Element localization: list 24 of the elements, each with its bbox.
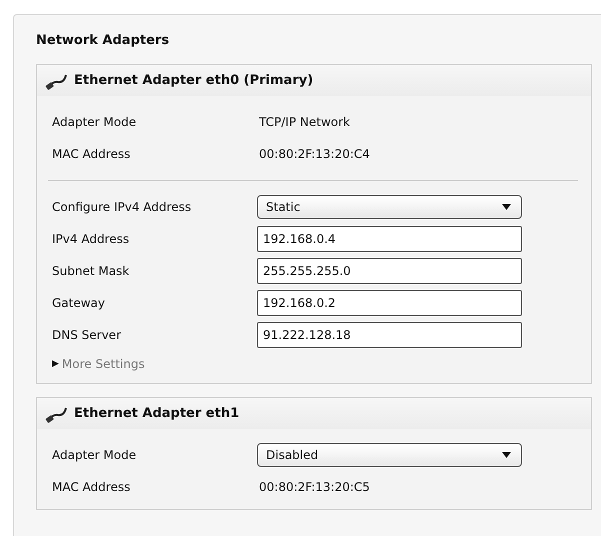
dropdown[interactable]: Disabled bbox=[257, 443, 522, 467]
field-label: Configure IPv4 Address bbox=[52, 200, 192, 214]
field-value: TCP/IP Network bbox=[258, 115, 350, 129]
panel-title: Network Adapters bbox=[36, 33, 170, 48]
more-settings-link[interactable]: ▶ More Settings bbox=[52, 351, 578, 377]
field-label: IPv4 Address bbox=[52, 232, 130, 246]
input-field[interactable]: 192.168.0.4 bbox=[257, 226, 522, 252]
field-value: 00:80:2F:13:20:C4 bbox=[258, 147, 370, 161]
input-field[interactable]: 255.255.255.0 bbox=[257, 258, 522, 284]
caret-icon bbox=[502, 452, 511, 458]
dropdown[interactable]: Static bbox=[257, 195, 522, 219]
field-label: Adapter Mode bbox=[52, 115, 138, 129]
field-value: 00:80:2F:13:20:C5 bbox=[258, 480, 370, 494]
field-label: Adapter Mode bbox=[52, 448, 138, 462]
adapter-title: Ethernet Adapter eth1 bbox=[74, 406, 240, 421]
input-field[interactable]: 91.222.128.18 bbox=[257, 322, 522, 348]
field-label: MAC Address bbox=[52, 147, 132, 161]
field-label: Gateway bbox=[52, 296, 106, 310]
input-field[interactable]: 192.168.0.2 bbox=[257, 290, 522, 316]
caret-icon bbox=[502, 204, 511, 210]
field-label: Subnet Mask bbox=[52, 264, 130, 278]
adapter-title: Ethernet Adapter eth0 (Primary) bbox=[74, 73, 314, 88]
field-label: MAC Address bbox=[52, 480, 132, 494]
field-label: DNS Server bbox=[52, 328, 122, 342]
